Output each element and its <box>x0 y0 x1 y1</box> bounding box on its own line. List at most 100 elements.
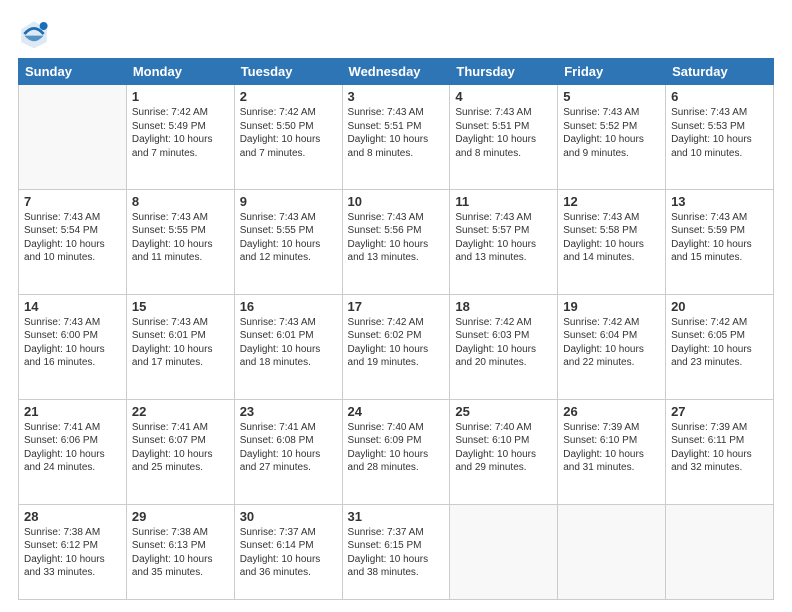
day-number: 16 <box>240 299 337 314</box>
calendar-cell: 23 Sunrise: 7:41 AM Sunset: 6:08 PM Dayli… <box>234 399 342 504</box>
day-info: Sunrise: 7:37 AM Sunset: 6:14 PM Dayligh… <box>240 526 337 580</box>
calendar-week-row: 7 Sunrise: 7:43 AM Sunset: 5:54 PM Daylig… <box>19 189 774 294</box>
weekday-header-sunday: Sunday <box>19 59 127 85</box>
weekday-header-tuesday: Tuesday <box>234 59 342 85</box>
calendar-cell: 18 Sunrise: 7:42 AM Sunset: 6:03 PM Dayli… <box>450 294 558 399</box>
calendar-cell: 17 Sunrise: 7:42 AM Sunset: 6:02 PM Dayli… <box>342 294 450 399</box>
day-number: 26 <box>563 404 660 419</box>
day-number: 14 <box>24 299 121 314</box>
day-number: 3 <box>348 89 445 104</box>
day-number: 30 <box>240 509 337 524</box>
calendar-cell: 25Sunrise: 7:40 AM Sunset: 6:10 PM Dayli… <box>450 399 558 504</box>
calendar-cell: 12 Sunrise: 7:43 AM Sunset: 5:58 PM Dayli… <box>558 189 666 294</box>
day-info: Sunrise: 7:41 AM Sunset: 6:08 PM Dayligh… <box>240 421 337 475</box>
calendar-cell: 28 Sunrise: 7:38 AM Sunset: 6:12 PM Dayli… <box>19 504 127 599</box>
weekday-header-monday: Monday <box>126 59 234 85</box>
logo-icon <box>18 18 50 50</box>
day-number: 5 <box>563 89 660 104</box>
calendar-cell: 31 Sunrise: 7:37 AM Sunset: 6:15 PM Dayli… <box>342 504 450 599</box>
day-info: Sunrise: 7:38 AM Sunset: 6:13 PM Dayligh… <box>132 526 229 580</box>
day-info: Sunrise: 7:43 AM Sunset: 5:54 PM Dayligh… <box>24 211 121 265</box>
day-number: 8 <box>132 194 229 209</box>
day-info: Sunrise: 7:42 AM Sunset: 6:02 PM Dayligh… <box>348 316 445 370</box>
calendar-cell: 7 Sunrise: 7:43 AM Sunset: 5:54 PM Daylig… <box>19 189 127 294</box>
calendar-cell: 5Sunrise: 7:43 AM Sunset: 5:52 PM Daylig… <box>558 85 666 190</box>
calendar-cell: 15Sunrise: 7:43 AM Sunset: 6:01 PM Dayli… <box>126 294 234 399</box>
day-info: Sunrise: 7:42 AM Sunset: 6:03 PM Dayligh… <box>455 316 552 370</box>
day-number: 7 <box>24 194 121 209</box>
day-info: Sunrise: 7:43 AM Sunset: 5:57 PM Dayligh… <box>455 211 552 265</box>
day-info: Sunrise: 7:43 AM Sunset: 5:56 PM Dayligh… <box>348 211 445 265</box>
calendar-cell: 30 Sunrise: 7:37 AM Sunset: 6:14 PM Dayli… <box>234 504 342 599</box>
day-number: 21 <box>24 404 121 419</box>
day-number: 29 <box>132 509 229 524</box>
calendar-cell <box>19 85 127 190</box>
day-info: Sunrise: 7:43 AM Sunset: 5:55 PM Dayligh… <box>240 211 337 265</box>
day-info: Sunrise: 7:37 AM Sunset: 6:15 PM Dayligh… <box>348 526 445 580</box>
page: SundayMondayTuesdayWednesdayThursdayFrid… <box>0 0 792 612</box>
day-info: Sunrise: 7:43 AM Sunset: 5:55 PM Dayligh… <box>132 211 229 265</box>
day-info: Sunrise: 7:38 AM Sunset: 6:12 PM Dayligh… <box>24 526 121 580</box>
day-info: Sunrise: 7:43 AM Sunset: 5:51 PM Dayligh… <box>348 106 445 160</box>
calendar-cell: 24Sunrise: 7:40 AM Sunset: 6:09 PM Dayli… <box>342 399 450 504</box>
day-number: 27 <box>671 404 768 419</box>
day-info: Sunrise: 7:39 AM Sunset: 6:11 PM Dayligh… <box>671 421 768 475</box>
day-number: 13 <box>671 194 768 209</box>
day-info: Sunrise: 7:43 AM Sunset: 6:01 PM Dayligh… <box>240 316 337 370</box>
day-number: 2 <box>240 89 337 104</box>
calendar-cell: 16 Sunrise: 7:43 AM Sunset: 6:01 PM Dayli… <box>234 294 342 399</box>
calendar-week-row: 1 Sunrise: 7:42 AM Sunset: 5:49 PM Daylig… <box>19 85 774 190</box>
day-number: 9 <box>240 194 337 209</box>
calendar-cell: 14 Sunrise: 7:43 AM Sunset: 6:00 PM Dayli… <box>19 294 127 399</box>
calendar-cell: 1 Sunrise: 7:42 AM Sunset: 5:49 PM Daylig… <box>126 85 234 190</box>
weekday-header-thursday: Thursday <box>450 59 558 85</box>
day-number: 28 <box>24 509 121 524</box>
weekday-header-row: SundayMondayTuesdayWednesdayThursdayFrid… <box>19 59 774 85</box>
logo <box>18 18 54 50</box>
calendar-cell: 2Sunrise: 7:42 AM Sunset: 5:50 PM Daylig… <box>234 85 342 190</box>
day-number: 12 <box>563 194 660 209</box>
calendar-cell: 9 Sunrise: 7:43 AM Sunset: 5:55 PM Daylig… <box>234 189 342 294</box>
day-info: Sunrise: 7:43 AM Sunset: 5:58 PM Dayligh… <box>563 211 660 265</box>
calendar-week-row: 14 Sunrise: 7:43 AM Sunset: 6:00 PM Dayli… <box>19 294 774 399</box>
calendar-cell: 6 Sunrise: 7:43 AM Sunset: 5:53 PM Daylig… <box>666 85 774 190</box>
day-info: Sunrise: 7:43 AM Sunset: 5:53 PM Dayligh… <box>671 106 768 160</box>
day-number: 23 <box>240 404 337 419</box>
day-number: 19 <box>563 299 660 314</box>
weekday-header-friday: Friday <box>558 59 666 85</box>
day-number: 1 <box>132 89 229 104</box>
calendar-cell: 19 Sunrise: 7:42 AM Sunset: 6:04 PM Dayli… <box>558 294 666 399</box>
day-info: Sunrise: 7:42 AM Sunset: 6:04 PM Dayligh… <box>563 316 660 370</box>
day-info: Sunrise: 7:43 AM Sunset: 6:00 PM Dayligh… <box>24 316 121 370</box>
day-info: Sunrise: 7:42 AM Sunset: 5:49 PM Dayligh… <box>132 106 229 160</box>
day-info: Sunrise: 7:43 AM Sunset: 5:59 PM Dayligh… <box>671 211 768 265</box>
calendar-cell: 29 Sunrise: 7:38 AM Sunset: 6:13 PM Dayli… <box>126 504 234 599</box>
calendar-cell: 10 Sunrise: 7:43 AM Sunset: 5:56 PM Dayli… <box>342 189 450 294</box>
day-info: Sunrise: 7:42 AM Sunset: 6:05 PM Dayligh… <box>671 316 768 370</box>
calendar-cell: 22Sunrise: 7:41 AM Sunset: 6:07 PM Dayli… <box>126 399 234 504</box>
weekday-header-wednesday: Wednesday <box>342 59 450 85</box>
day-info: Sunrise: 7:39 AM Sunset: 6:10 PM Dayligh… <box>563 421 660 475</box>
day-number: 18 <box>455 299 552 314</box>
calendar-cell: 20Sunrise: 7:42 AM Sunset: 6:05 PM Dayli… <box>666 294 774 399</box>
day-number: 10 <box>348 194 445 209</box>
day-number: 6 <box>671 89 768 104</box>
calendar-cell: 3 Sunrise: 7:43 AM Sunset: 5:51 PM Daylig… <box>342 85 450 190</box>
day-number: 25 <box>455 404 552 419</box>
calendar-cell: 27 Sunrise: 7:39 AM Sunset: 6:11 PM Dayli… <box>666 399 774 504</box>
calendar-cell: 8 Sunrise: 7:43 AM Sunset: 5:55 PM Daylig… <box>126 189 234 294</box>
day-info: Sunrise: 7:41 AM Sunset: 6:07 PM Dayligh… <box>132 421 229 475</box>
day-number: 17 <box>348 299 445 314</box>
header <box>18 18 774 50</box>
day-number: 31 <box>348 509 445 524</box>
calendar-cell: 11 Sunrise: 7:43 AM Sunset: 5:57 PM Dayli… <box>450 189 558 294</box>
day-number: 11 <box>455 194 552 209</box>
day-number: 24 <box>348 404 445 419</box>
calendar-week-row: 28 Sunrise: 7:38 AM Sunset: 6:12 PM Dayli… <box>19 504 774 599</box>
calendar-cell: 21Sunrise: 7:41 AM Sunset: 6:06 PM Dayli… <box>19 399 127 504</box>
day-number: 15 <box>132 299 229 314</box>
day-info: Sunrise: 7:43 AM Sunset: 5:51 PM Dayligh… <box>455 106 552 160</box>
day-number: 4 <box>455 89 552 104</box>
calendar-table: SundayMondayTuesdayWednesdayThursdayFrid… <box>18 58 774 600</box>
calendar-cell <box>666 504 774 599</box>
